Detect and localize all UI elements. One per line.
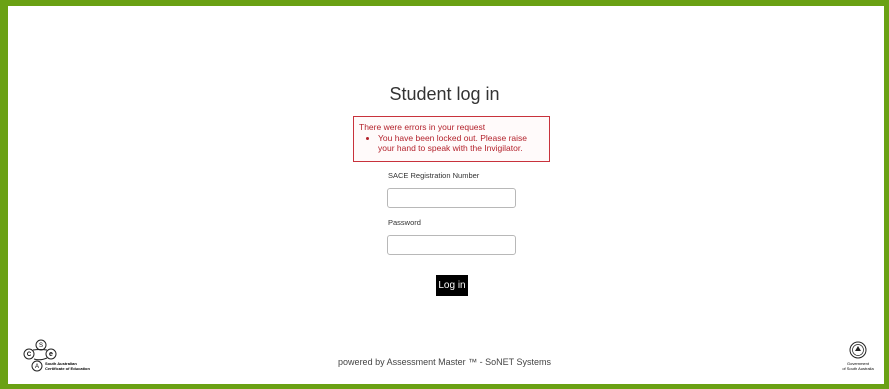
page-title: Student log in	[389, 84, 500, 104]
sace-logo: S C e A South Australian Certificate of …	[23, 339, 90, 372]
sace-letter-s: S	[39, 343, 43, 349]
powered-by-text: powered by Assessment Master ™ - SoNET S…	[338, 357, 551, 367]
error-list: You have been locked out. Please raise y…	[359, 133, 544, 153]
registration-number-label: SACE Registration Number	[388, 171, 480, 180]
gov-logo-text-2: of South Australia	[842, 366, 874, 371]
error-item: You have been locked out. Please raise y…	[378, 133, 544, 153]
error-heading: There were errors in your request	[359, 122, 486, 132]
registration-number-input[interactable]	[387, 188, 516, 208]
password-input[interactable]	[387, 235, 516, 255]
government-sa-logo: Government of South Australia	[842, 341, 874, 371]
login-button[interactable]: Log in	[436, 275, 468, 296]
error-summary: There were errors in your request You ha…	[353, 116, 550, 162]
password-label: Password	[388, 218, 421, 227]
